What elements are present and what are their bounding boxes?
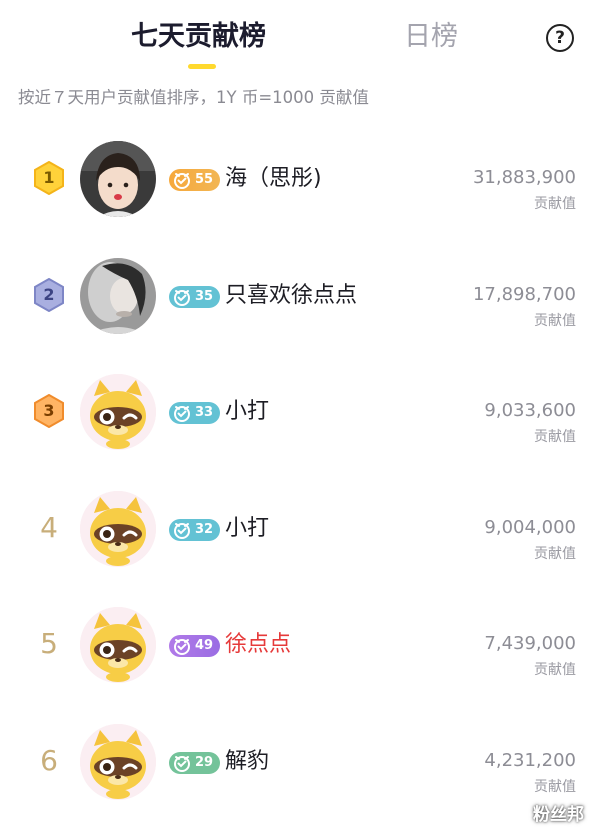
user-name[interactable]: 只喜欢徐点点 [225,280,357,312]
rank-number: 4 [40,510,58,544]
help-icon[interactable]: ? [546,24,574,52]
avatar[interactable] [80,374,156,450]
rank-number: 1 [43,168,55,187]
ranking-list: 1 55 海（思彤) 31,883,900 贡献值 2 35 只喜欢徐点点 17,898,… [0,120,594,819]
level-badge-icon [172,287,192,307]
level-badge: 32 [169,518,221,541]
rank-number: 6 [40,743,58,777]
level-number: 35 [195,288,214,304]
level-number: 33 [195,405,214,420]
contribution-score: 4,231,200 [484,749,576,771]
level-badge: 33 [169,402,221,424]
ranking-row[interactable]: 6 29 解豹 4,231,200 贡献值 [0,703,594,820]
level-badge-icon [172,753,192,773]
contribution-unit-label: 贡献值 [534,545,576,562]
level-badge: 55 [169,169,221,191]
tab-daily[interactable]: 日榜 [404,18,458,56]
active-tab-indicator [188,64,216,69]
level-badge-icon [172,403,192,423]
user-name[interactable]: 小打 [225,513,269,545]
avatar[interactable] [80,607,156,683]
contribution-unit-label: 贡献值 [534,778,576,795]
rank-number: 2 [43,284,55,304]
ranking-description: 按近７天用户贡献值排序，1Y 币=1000 贡献值 [18,88,369,107]
contribution-score: 7,439,000 [484,633,576,654]
level-badge: 49 [169,635,221,657]
tab-seven-day-contribution[interactable]: 七天贡献榜 [131,18,266,56]
level-badge-icon [172,520,192,540]
contribution-score: 17,898,700 [472,283,576,305]
avatar[interactable] [80,257,156,334]
level-number: 29 [195,754,214,770]
rank-medal-icon: 2 [33,277,65,312]
level-number: 55 [195,172,214,187]
level-badge-icon [172,170,192,190]
tab-bar: 七天贡献榜 日榜 ? [0,0,594,80]
contribution-unit-label: 贡献值 [534,662,576,678]
contribution-score: 31,883,900 [472,167,576,188]
contribution-unit-label: 贡献值 [534,196,576,212]
contribution-unit-label: 贡献值 [534,312,576,329]
level-badge-icon [172,636,192,656]
contribution-unit-label: 贡献值 [534,429,576,445]
ranking-row[interactable]: 4 32 小打 9,004,000 贡献值 [0,470,594,587]
ranking-row[interactable]: 2 35 只喜欢徐点点 17,898,700 贡献值 [0,237,594,354]
rank-number: 3 [43,401,55,420]
ranking-row[interactable]: 1 55 海（思彤) 31,883,900 贡献值 [0,120,594,237]
ranking-row[interactable]: 5 49 徐点点 7,439,000 贡献值 [0,586,594,703]
user-name[interactable]: 小打 [225,396,269,428]
user-name[interactable]: 解豹 [225,746,269,778]
contribution-score: 9,033,600 [484,400,576,421]
user-name[interactable]: 徐点点 [225,629,291,661]
rank-number: 5 [40,627,58,660]
avatar[interactable] [80,723,156,800]
contribution-score: 9,004,000 [484,516,576,538]
ranking-row[interactable]: 3 33 小打 9,033,600 贡献值 [0,353,594,470]
rank-medal-icon: 1 [33,160,65,196]
level-number: 32 [195,521,214,537]
level-badge: 35 [169,285,221,308]
level-number: 49 [195,638,214,653]
watermark: 粉丝邦 [533,805,584,825]
rank-medal-icon: 3 [33,393,65,429]
avatar[interactable] [80,141,156,217]
level-badge: 29 [169,751,221,774]
leaderboard-page: 七天贡献榜 日榜 ? 按近７天用户贡献值排序，1Y 币=1000 贡献值 1 5… [0,0,594,831]
avatar[interactable] [80,490,156,567]
user-name[interactable]: 海（思彤) [225,163,322,195]
